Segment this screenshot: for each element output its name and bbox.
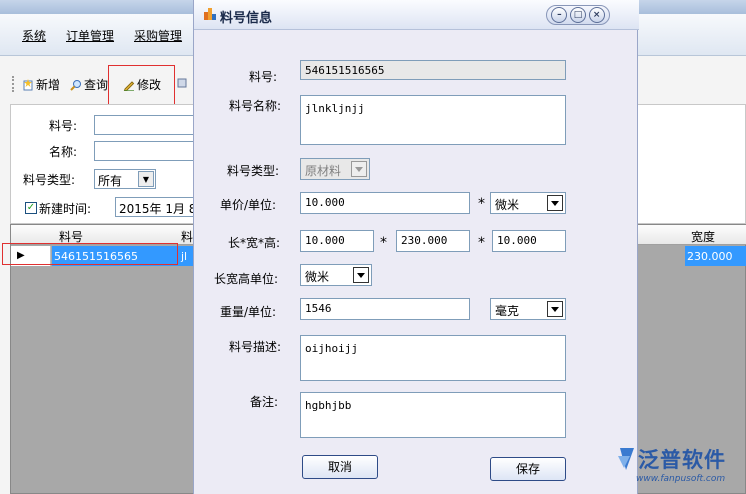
query-button[interactable]: 查询 — [70, 76, 108, 93]
trash-icon — [177, 78, 187, 88]
material-no-label: 料号: — [249, 70, 278, 84]
type-select-value: 所有 — [98, 174, 123, 188]
material-no-search-input[interactable] — [94, 115, 204, 135]
cancel-button[interactable]: 取消 — [302, 455, 378, 479]
name-field[interactable]: jlnkljnjj — [300, 95, 566, 145]
created-time-checkbox[interactable]: ✓ — [25, 202, 37, 214]
price-unit-select[interactable]: 微米 — [490, 192, 566, 214]
logo-text: 泛普软件 — [638, 448, 726, 472]
toolbar-grip[interactable] — [12, 76, 16, 92]
add-button[interactable]: 新增 — [22, 76, 60, 93]
price-label: 单价/单位: — [220, 198, 277, 212]
remark-field[interactable]: hgbhjbb — [300, 392, 566, 438]
price-input[interactable]: 10.000 — [300, 192, 470, 214]
material-no-field[interactable]: 546151516565 — [300, 60, 566, 80]
created-time-label: 新建时间: — [39, 202, 92, 216]
dialog-title: 料号信息 — [220, 11, 273, 26]
dims-label: 长*宽*高: — [228, 236, 281, 250]
type-label: 料号类型: — [227, 164, 280, 178]
row-highlight — [2, 243, 178, 265]
window-controls: – □ × — [546, 5, 610, 25]
height-input[interactable]: 10.000 — [492, 230, 566, 252]
chevron-down-icon[interactable] — [351, 161, 367, 177]
add-icon — [23, 78, 33, 90]
desc-label: 料号描述: — [229, 340, 282, 354]
type-label: 料号类型: — [23, 173, 76, 187]
weight-input[interactable]: 1546 — [300, 298, 470, 320]
save-button[interactable]: 保存 — [490, 457, 566, 481]
dims-unit-value: 微米 — [305, 270, 330, 284]
menu-system[interactable]: 系统 — [22, 27, 46, 44]
menu-orders[interactable]: 订单管理 — [66, 27, 114, 44]
type-select[interactable]: 原材料 — [300, 158, 370, 180]
remark-label: 备注: — [250, 395, 279, 409]
weight-unit-value: 毫克 — [495, 304, 520, 318]
type-select[interactable]: 所有 ▼ — [94, 169, 156, 189]
chevron-down-icon[interactable]: ▼ — [138, 171, 154, 187]
col-header-width[interactable]: 宽度 — [691, 228, 715, 245]
dialog-title-bar[interactable]: 料号信息 – □ × — [194, 0, 639, 30]
chevron-down-icon[interactable] — [353, 267, 369, 283]
dialog-app-icon — [204, 8, 216, 20]
maximize-icon[interactable]: □ — [569, 7, 586, 23]
edit-highlight — [108, 65, 175, 105]
type-value: 原材料 — [305, 164, 342, 178]
length-input[interactable]: 10.000 — [300, 230, 374, 252]
width-input[interactable]: 230.000 — [396, 230, 470, 252]
dims-unit-label: 长宽高单位: — [214, 272, 279, 286]
created-time-input[interactable]: 2015年 1月 8 — [115, 197, 205, 217]
chevron-down-icon[interactable] — [547, 301, 563, 317]
logo-icon — [618, 448, 634, 470]
price-unit-value: 微米 — [495, 198, 520, 212]
add-label: 新增 — [36, 78, 61, 92]
weight-label: 重量/单位: — [220, 305, 277, 319]
times-sign: * — [380, 235, 387, 251]
material-no-label: 料号: — [49, 119, 78, 133]
minimize-icon[interactable]: – — [551, 7, 568, 23]
col-header-partial[interactable]: 料 — [181, 228, 193, 245]
query-label: 查询 — [84, 78, 109, 92]
name-search-input[interactable] — [94, 141, 204, 161]
menu-purchase[interactable]: 采购管理 — [134, 27, 182, 44]
name-label: 名称: — [49, 145, 78, 159]
created-time-value: 2015年 1月 8 — [119, 202, 197, 216]
weight-unit-select[interactable]: 毫克 — [490, 298, 566, 320]
desc-field[interactable]: oijhoijj — [300, 335, 566, 381]
name-label: 料号名称: — [229, 99, 282, 113]
search-icon — [70, 79, 81, 91]
cell-width[interactable]: 230.000 — [685, 246, 746, 266]
required-star: * — [478, 196, 485, 212]
times-sign: * — [478, 235, 485, 251]
logo-url: www.fanpusoft.com — [636, 474, 726, 484]
material-info-dialog: 料号信息 – □ × 料号: 546151516565 料号名称: jlnklj… — [193, 0, 639, 494]
dims-unit-select[interactable]: 微米 — [300, 264, 372, 286]
close-icon[interactable]: × — [588, 7, 605, 23]
cell-partial[interactable]: jl — [179, 246, 194, 266]
brand-logo: 泛普软件 www.fanpusoft.com — [614, 442, 746, 494]
chevron-down-icon[interactable] — [547, 195, 563, 211]
delete-icon-partial[interactable] — [176, 76, 188, 88]
